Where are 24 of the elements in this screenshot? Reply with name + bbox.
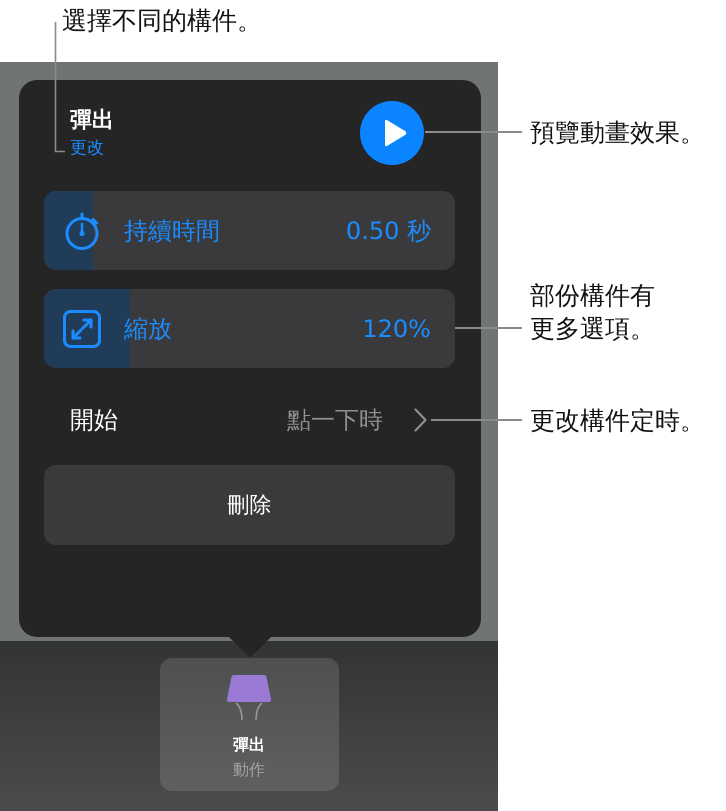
chevron-icon[interactable] [414,408,427,432]
tile-title: 彈出 [233,735,265,755]
slider-value: 0.50 秒 [346,216,431,246]
callout-text: 選擇不同的構件。 [62,5,263,37]
slider-label: 持續時間 [124,216,221,246]
slider-value: 120% [362,314,431,342]
callout-text: 部份構件有更多選項。 [530,280,656,345]
delete-button[interactable]: 刪除 [44,465,455,545]
start-value[interactable]: 點一下時 [287,404,383,436]
scale-slider[interactable]: 縮放 120% [44,289,455,368]
animation-tile[interactable]: 彈出 動作 [160,658,338,791]
callout-text: 預覽動畫效果。 [530,117,705,149]
resize-icon [63,310,101,348]
slider-label: 縮放 [124,314,173,344]
effect-title: 彈出 [70,107,114,135]
start-label: 開始 [70,405,119,436]
stopwatch-icon [63,212,101,250]
tile-subtitle: 動作 [233,760,265,780]
play-icon [382,119,406,147]
change-link[interactable]: 更改 [70,137,104,159]
leader-line [455,327,522,329]
callout-text: 更改構件定時。 [530,405,705,437]
duration-slider[interactable]: 持續時間 0.50 秒 [44,191,455,270]
trapezoid-icon [226,675,272,721]
